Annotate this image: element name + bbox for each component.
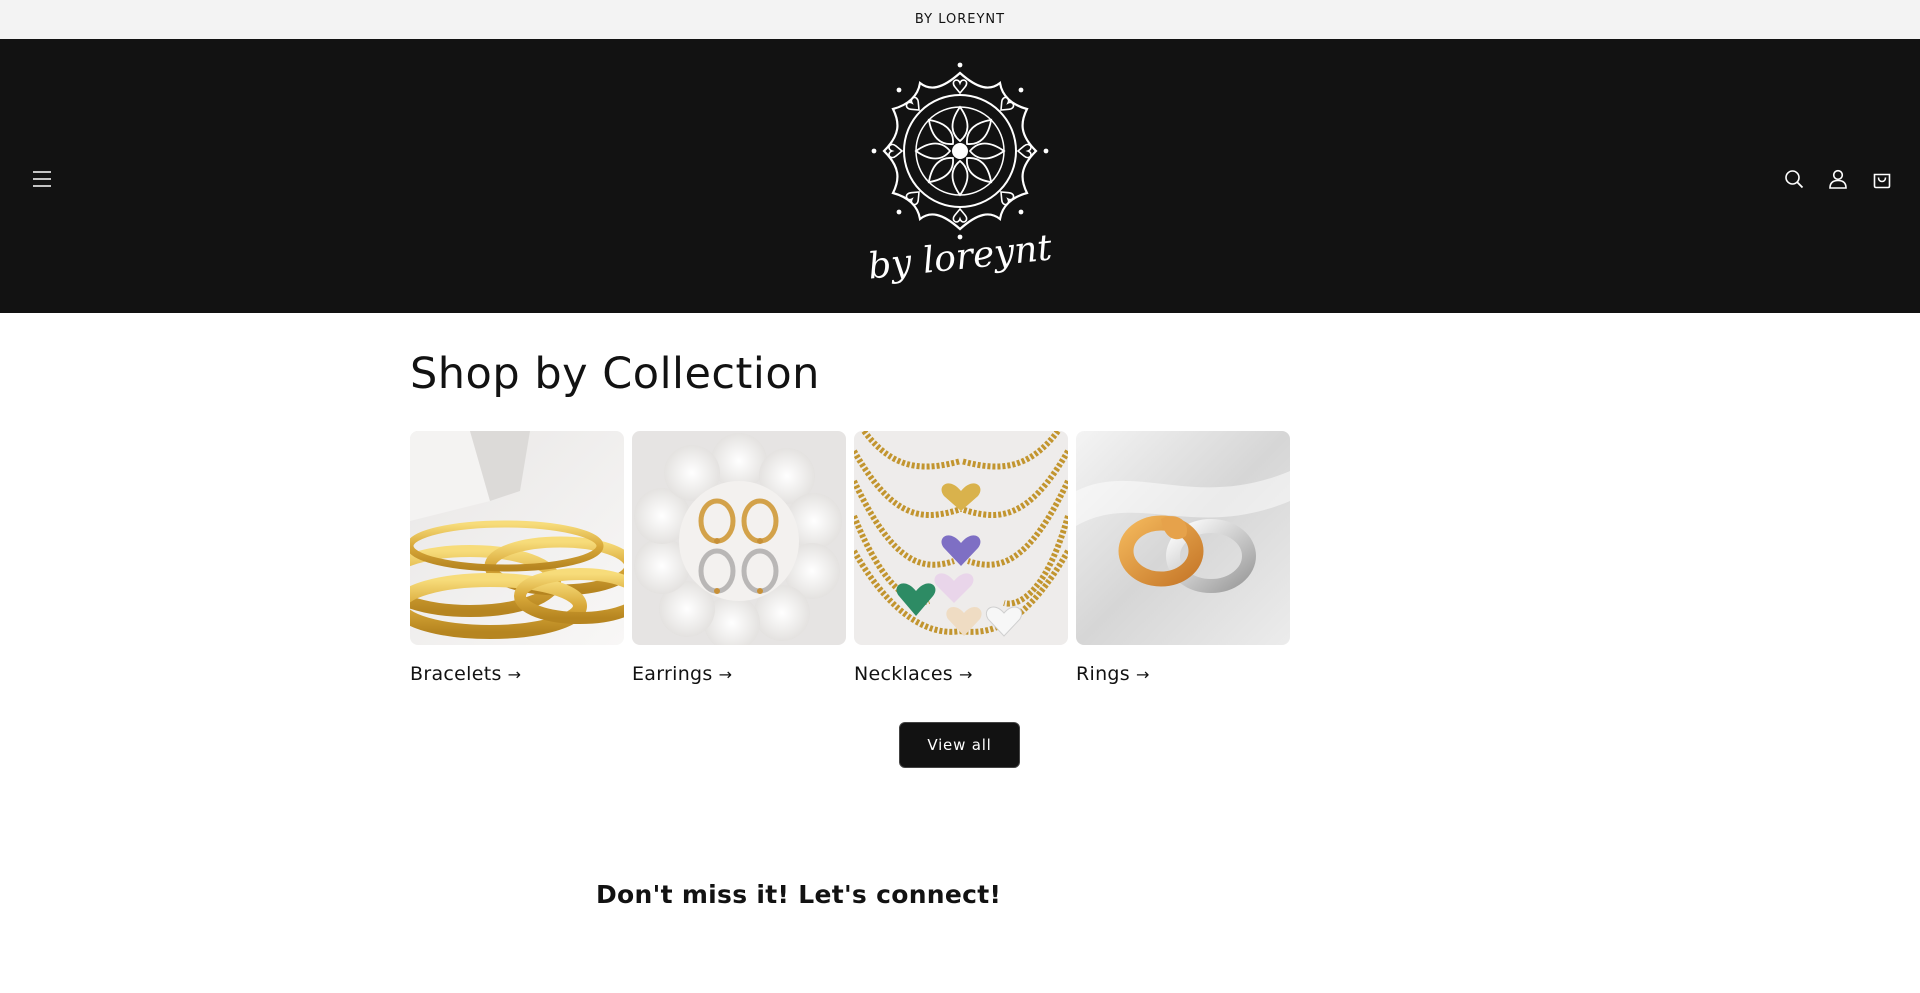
collection-card-title: Bracelets (410, 663, 502, 685)
earrings-image (632, 431, 846, 645)
collection-card-title: Rings (1076, 663, 1130, 685)
announcement-text: BY LOREYNT (914, 12, 1006, 27)
mandala-logo-icon (871, 62, 1049, 240)
collection-card-label[interactable]: Earrings → (632, 663, 846, 685)
arrow-right-icon: → (507, 665, 522, 684)
section-title: Shop by Collection (410, 349, 820, 399)
collection-card-title: Necklaces (854, 663, 954, 685)
account-icon (1829, 169, 1847, 189)
logo-link[interactable]: by loreynt (850, 61, 1070, 293)
collection-card-label[interactable]: Bracelets → (410, 663, 624, 685)
menu-button[interactable] (24, 161, 60, 197)
collection-card-title: Earrings (632, 663, 713, 685)
necklaces-image (854, 431, 1068, 645)
bracelets-image (410, 431, 624, 645)
arrow-right-icon: → (1135, 665, 1150, 684)
account-button[interactable] (1820, 161, 1856, 197)
collection-card-label[interactable]: Necklaces → (854, 663, 1068, 685)
site-header: by loreynt (0, 39, 1920, 313)
announcement-bar: BY LOREYNT (0, 0, 1920, 39)
header-actions (1776, 161, 1900, 197)
arrow-right-icon: → (959, 665, 973, 684)
menu-icon (33, 171, 51, 187)
collection-card-rings[interactable]: Rings → (1076, 431, 1290, 685)
cart-icon (1873, 173, 1891, 189)
rings-image (1076, 431, 1290, 645)
cart-button[interactable] (1864, 161, 1900, 197)
search-button[interactable] (1776, 161, 1812, 197)
view-all-button[interactable]: View all (899, 722, 1020, 768)
arrow-right-icon: → (718, 665, 733, 684)
collection-card-earrings[interactable]: Earrings → (632, 431, 846, 685)
newsletter-heading: Don't miss it! Let's connect! (596, 880, 1002, 909)
collection-card-label[interactable]: Rings → (1076, 663, 1290, 685)
search-icon (1785, 170, 1804, 189)
collection-list: Bracelets → Earrings → Necklaces → Rings… (410, 431, 1290, 691)
collection-card-bracelets[interactable]: Bracelets → (410, 431, 624, 685)
collection-card-necklaces[interactable]: Necklaces → (854, 431, 1068, 685)
